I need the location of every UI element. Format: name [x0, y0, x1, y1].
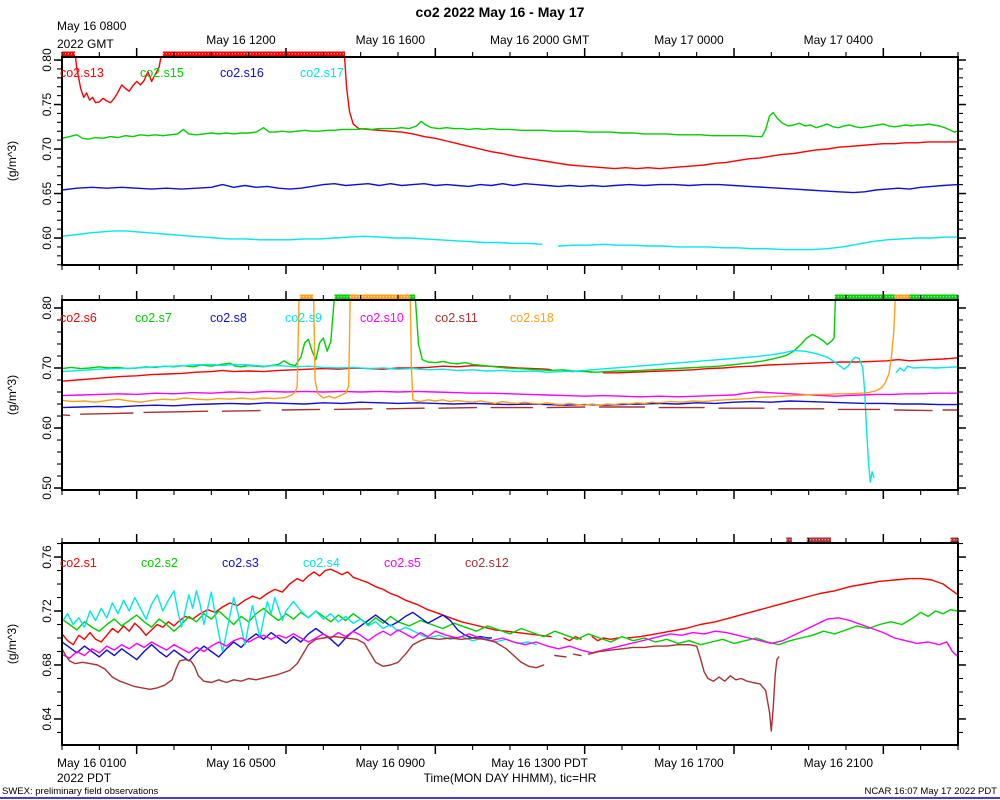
- series-co2.s6: [62, 357, 958, 382]
- y-tick-label: 0.80: [40, 296, 54, 320]
- top-axis-tick-label: May 17 0000: [654, 33, 724, 47]
- series-co2.s17: [62, 230, 958, 251]
- legend-co2.s1: co2.s1: [60, 556, 97, 570]
- legend-co2.s10: co2.s10: [360, 311, 404, 325]
- panel-2: 0.50 0.60 0.70 0.80 (g/m^3) co2.s6 co2.s7 co2.s…: [5, 291, 966, 500]
- series-co2.s15: [62, 111, 958, 140]
- legend-co2.s12: co2.s12: [465, 556, 509, 570]
- series-co2.s12: [62, 635, 780, 732]
- y-tick-label: 0.72: [40, 599, 54, 623]
- top-axis-tick-label: May 16 1200: [206, 33, 276, 47]
- series-co2.s9: [62, 349, 958, 483]
- legend-co2.s8: co2.s8: [210, 311, 247, 325]
- series-co2.s7: [62, 300, 837, 373]
- bottom-axis-tick-label: May 16 0100: [57, 756, 127, 770]
- series-co2.s11: [62, 406, 958, 417]
- panel-1: 0.60 0.65 0.70 0.75 0.80 (g/m^3) co2.s13 co2.s1…: [5, 48, 966, 274]
- legend-co2.s3: co2.s3: [222, 556, 259, 570]
- axis-ticks: [54, 534, 966, 754]
- legend-co2.s9: co2.s9: [285, 311, 322, 325]
- legend-co2.s18: co2.s18: [510, 311, 554, 325]
- legend-co2.s5: co2.s5: [384, 556, 421, 570]
- footer-divider: [0, 797, 1000, 799]
- bottom-axis-tick-label: May 16 2100: [804, 756, 874, 770]
- y-axis-label: (g/m^3): [5, 141, 19, 181]
- series-co2.s16: [62, 182, 958, 194]
- axis-ticks: [54, 48, 966, 274]
- qc-plot-page: co2 2022 May 16 - May 17 0.60 0.65 0.70 0.7…: [0, 0, 1000, 800]
- bottom-axis-tick-label: May 16 0900: [356, 756, 426, 770]
- series-co2.s4: [62, 590, 537, 653]
- series-co2.s8: [62, 400, 958, 409]
- y-tick-label: 0.70: [40, 356, 54, 380]
- bottom-axis-tick-label: May 16 1300 PDT: [491, 756, 588, 770]
- y-tick-label: 0.68: [40, 653, 54, 677]
- top-axis-first-label: May 16 0800: [57, 19, 127, 33]
- legend-co2.s13: co2.s13: [60, 66, 104, 80]
- top-time-axis-labels: May 16 0800 2022 GMT May 16 1200 May 16 160…: [57, 19, 873, 51]
- x-axis-title: Time(MON DAY HHMM), tic=HR: [424, 771, 597, 785]
- legend-co2.s11: co2.s11: [435, 311, 478, 325]
- top-axis-first-label-line2: 2022 GMT: [57, 37, 114, 51]
- top-axis-tick-label: May 17 0400: [804, 33, 874, 47]
- legend-co2.s6: co2.s6: [60, 311, 97, 325]
- top-axis-tick-label: May 16 2000 GMT: [490, 33, 590, 47]
- panel-box: [61, 542, 959, 746]
- top-axis-tick-label: May 16 1600: [356, 33, 426, 47]
- y-axis-label: (g/m^3): [5, 624, 19, 664]
- y-tick-label: 0.65: [40, 182, 54, 206]
- bottom-time-axis-labels: May 16 0100 May 16 0500 May 16 0900 May 16 …: [57, 756, 873, 785]
- series-co2.s13: [74, 57, 958, 170]
- legend-co2.s17: co2.s17: [300, 66, 344, 80]
- legend-co2.s16: co2.s16: [220, 66, 264, 80]
- bottom-axis-tick-label: May 16 1700: [654, 756, 724, 770]
- panel-3: 0.64 0.68 0.72 0.76 (g/m^3) co2.s1 co2.s2 co2.s…: [5, 534, 966, 754]
- footer-project-note: SWEX: preliminary field observations: [2, 786, 159, 797]
- legend-co2.s7: co2.s7: [135, 311, 172, 325]
- y-tick-label: 0.75: [40, 93, 54, 117]
- footer-timestamp: NCAR 16:07 May 17 2022 PDT: [864, 786, 997, 797]
- legend-co2.s4: co2.s4: [303, 556, 340, 570]
- bottom-axis-tick-label: May 16 0500: [206, 756, 276, 770]
- y-tick-label: 0.64: [40, 707, 54, 731]
- series-co2.s18: [62, 300, 896, 406]
- y-tick-label: 0.60: [40, 226, 54, 250]
- legend-co2.s15: co2.s15: [140, 66, 184, 80]
- panel-box: [61, 56, 959, 266]
- y-tick-label: 0.76: [40, 545, 54, 569]
- legend-co2.s2: co2.s2: [141, 556, 178, 570]
- series-co2.s2: [62, 607, 958, 646]
- plot-canvas: 0.60 0.65 0.70 0.75 0.80 (g/m^3) co2.s13 co2.s1…: [5, 19, 966, 785]
- y-tick-label: 0.80: [40, 48, 54, 72]
- y-tick-label: 0.60: [40, 416, 54, 440]
- y-tick-label: 0.70: [40, 137, 54, 161]
- y-tick-label: 0.50: [40, 476, 54, 500]
- y-axis-label: (g/m^3): [5, 375, 19, 415]
- bottom-axis-year-label: 2022 PDT: [57, 771, 112, 785]
